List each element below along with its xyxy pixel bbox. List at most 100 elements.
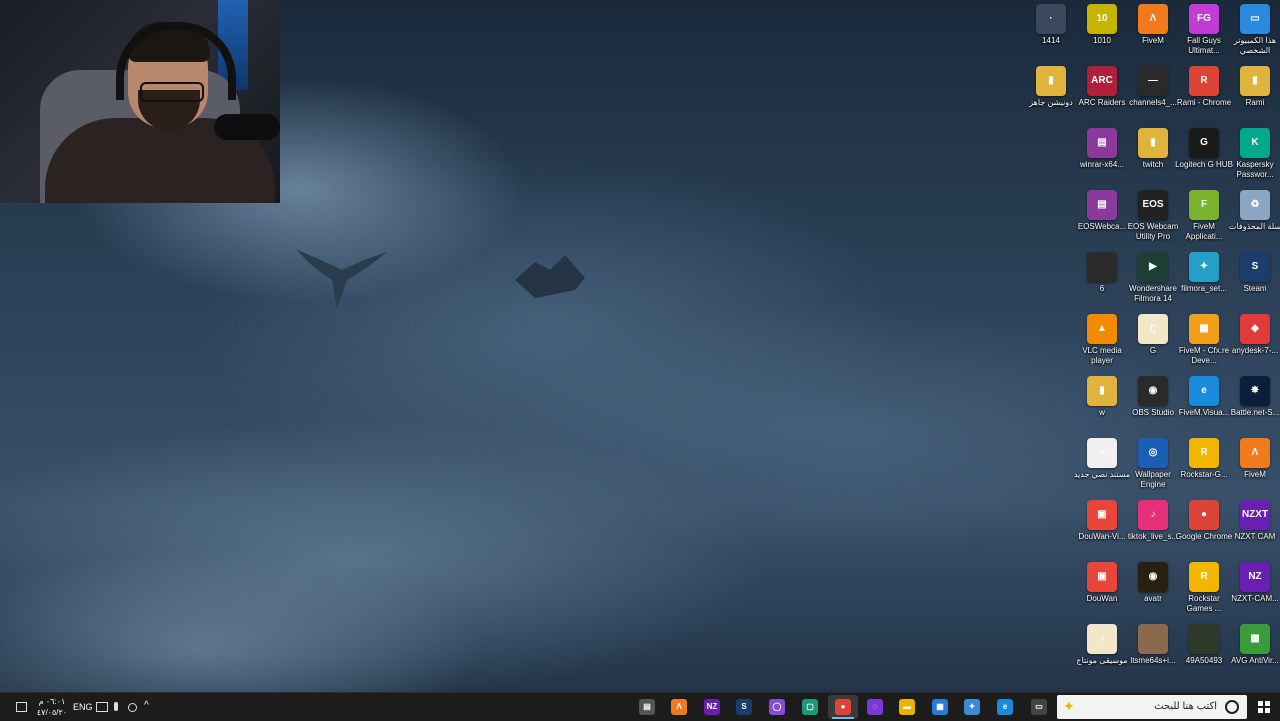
desktop-icon-label: NZXT-CAM... (1231, 594, 1279, 603)
tb-store-button[interactable]: ▦ (925, 695, 955, 719)
desktop-icon[interactable]: NZXT NZXT CAM (1226, 500, 1280, 562)
steam-icon: S (1240, 252, 1270, 282)
desktop-icon[interactable]: ✸ Battle.net-S... (1226, 376, 1280, 438)
desktop-icon-label: EOSWebca... (1077, 222, 1127, 231)
tb-chrome-icon: ● (835, 699, 851, 715)
desktop-icon-label: Rockstar-G... (1180, 470, 1228, 479)
image-icon: — (1138, 66, 1168, 96)
desktop-icon-label: ARC Raiders (1078, 98, 1126, 107)
chrome-icon: ● (1189, 500, 1219, 530)
desktop-icon[interactable]: — channels4_... (1124, 66, 1182, 128)
desktop-icon[interactable]: R Rockstar-G... (1175, 438, 1233, 500)
chevron-up-icon[interactable]: ^ (144, 700, 154, 711)
desktop-icon[interactable]: ▮ w (1073, 376, 1131, 438)
desktop-icon-label: tiktok_live_s... (1127, 532, 1179, 541)
desktop-icon-label: winrar-x64... (1079, 160, 1124, 169)
tb-explorer-button[interactable]: ▬ (892, 695, 922, 719)
desktop-icon[interactable]: S Steam (1226, 252, 1280, 314)
desktop-icon-label: twitch (1142, 160, 1164, 169)
desktop-icon[interactable]: ♪ موسيقى مونتاج (1073, 624, 1131, 686)
desktop-icon[interactable]: ▮ Rami (1226, 66, 1280, 128)
desktop-icon[interactable]: G Logitech G HUB (1175, 128, 1233, 190)
desktop-icon-label: Battle.net-S... (1230, 408, 1280, 417)
desktop-icon[interactable]: ♪ tiktok_live_s... (1124, 500, 1182, 562)
desktop-icon[interactable]: ▣ DouWan (1073, 562, 1131, 624)
desktop-icon[interactable]: ▮ twitch (1124, 128, 1182, 190)
rockstar-icon: R (1189, 562, 1219, 592)
wallpaper-dragon-small (292, 240, 392, 310)
tb-nzxt-button[interactable]: NZ (697, 695, 727, 719)
desktop-icon-label: anydesk-7-... (1231, 346, 1279, 355)
desktop-icon-label: Logitech G HUB (1175, 160, 1233, 169)
desktop-icon[interactable]: K Kaspersky Passwor... (1226, 128, 1280, 190)
taskbar-search-box[interactable]: ✦ اكتب هنا للبحث (1057, 695, 1247, 719)
desktop-icon-label: مستند نصي جديد (1073, 470, 1131, 479)
desktop-icon[interactable]: 10 1010 (1073, 4, 1131, 66)
tb-chrome-button[interactable]: ● (828, 695, 858, 719)
webcam-overlay (0, 0, 280, 203)
tb-explorer-icon: ▬ (899, 699, 915, 715)
tb-steam-button[interactable]: S (729, 695, 759, 719)
desktop-icon[interactable]: ▶ Wondershare Filmora 14 (1124, 252, 1182, 314)
desktop-icon[interactable]: ltsme64s+i... (1124, 624, 1182, 686)
tb-fivem-button[interactable]: Λ (664, 695, 694, 719)
meeting-icon[interactable] (128, 703, 137, 712)
desktop-icon[interactable]: ▦ AVG AntiVir... (1226, 624, 1280, 686)
desktop-icon[interactable]: ▦ FiveM - Cfx.re Deve... (1175, 314, 1233, 376)
desktop-icon-label: avatr (1144, 594, 1162, 603)
desktop-icon[interactable]: R Rami - Chrome (1175, 66, 1233, 128)
desktop-icon[interactable]: 6 (1073, 252, 1131, 314)
desktop-icon[interactable]: e FiveM.Visua... (1175, 376, 1233, 438)
tb-obs-like-icon: ◯ (769, 699, 785, 715)
nzxt-icon: NZ (1240, 562, 1270, 592)
tb-steam-icon: S (736, 699, 752, 715)
tb-obs-like-button[interactable]: ◯ (762, 695, 792, 719)
tb-messenger-button[interactable]: ◌ (860, 695, 890, 719)
tb-edge-button[interactable]: e (990, 695, 1020, 719)
desktop-icon[interactable]: 49A50493 (1175, 624, 1233, 686)
avatr-icon: ◉ (1138, 562, 1168, 592)
desktop-icon[interactable]: ✦ filmora_set... (1175, 252, 1233, 314)
tb-taskview-button[interactable]: ▭ (1024, 695, 1054, 719)
desktop-icon[interactable]: ◉ avatr (1124, 562, 1182, 624)
desktop-icon[interactable]: Λ FiveM (1226, 438, 1280, 500)
desktop-icon[interactable]: ♻ سلة المحذوفات (1226, 190, 1280, 252)
filmora-setup-icon: ✦ (1189, 252, 1219, 282)
desktop-icon[interactable]: R Rockstar Games ... (1175, 562, 1233, 624)
desktop-icon[interactable]: ▤ winrar-x64... (1073, 128, 1131, 190)
avg-icon: ▦ (1240, 624, 1270, 654)
desktop-icon[interactable]: · 1414 (1022, 4, 1080, 66)
desktop-icon[interactable]: ● Google Chrome (1175, 500, 1233, 562)
tb-copilot-button[interactable]: ✦ (957, 695, 987, 719)
desktop-icon[interactable]: ▯ G (1124, 314, 1182, 376)
desktop-icon[interactable]: ◆ anydesk-7-... (1226, 314, 1280, 376)
anydesk-icon: ◆ (1240, 314, 1270, 344)
network-icon[interactable] (96, 702, 108, 712)
desktop-icon[interactable]: ▤ EOSWebca... (1073, 190, 1131, 252)
microphone-icon[interactable] (114, 702, 118, 711)
desktop-icon[interactable]: EOS EOS Webcam Utility Pro (1124, 190, 1182, 252)
notification-icon[interactable] (16, 702, 27, 712)
desktop-icon[interactable]: FG Fall Guys Ultimat... (1175, 4, 1233, 66)
desktop-icon[interactable]: ◎ Wallpaper Engine (1124, 438, 1182, 500)
tb-app-green-button[interactable]: ▢ (795, 695, 825, 719)
desktop-icon[interactable]: NZ NZXT-CAM... (1226, 562, 1280, 624)
fivem-icon: Λ (1240, 438, 1270, 468)
tb-misc-button[interactable]: ▤ (632, 695, 662, 719)
desktop-icon[interactable]: ▲ VLC media player (1073, 314, 1131, 376)
desktop-icon[interactable]: ▭ هذا الكمبيوتر الشخصي (1226, 4, 1280, 66)
desktop-icon[interactable]: Λ FiveM (1124, 4, 1182, 66)
desktop-icon[interactable]: ≡ مستند نصي جديد (1073, 438, 1131, 500)
language-indicator[interactable]: ENG (73, 693, 93, 721)
desktop-icon[interactable]: ▣ DouWan-Vi... (1073, 500, 1131, 562)
desktop-icon[interactable]: ▮ دونيشن جاهز (1022, 66, 1080, 128)
start-button[interactable] (1248, 693, 1280, 721)
desktop-icon[interactable]: ARC ARC Raiders (1073, 66, 1131, 128)
obs-icon: ◉ (1138, 376, 1168, 406)
desktop-icon[interactable]: F FiveM Applicati... (1175, 190, 1233, 252)
cfx-icon: ▦ (1189, 314, 1219, 344)
desktop-icon[interactable]: ◉ OBS Studio (1124, 376, 1182, 438)
tb-store-icon: ▦ (932, 699, 948, 715)
desktop-icon-label: 1414 (1042, 36, 1060, 45)
taskbar-clock[interactable]: ٠٦:٠١ م ٤٧/٠٥/٢٠ (32, 696, 72, 718)
